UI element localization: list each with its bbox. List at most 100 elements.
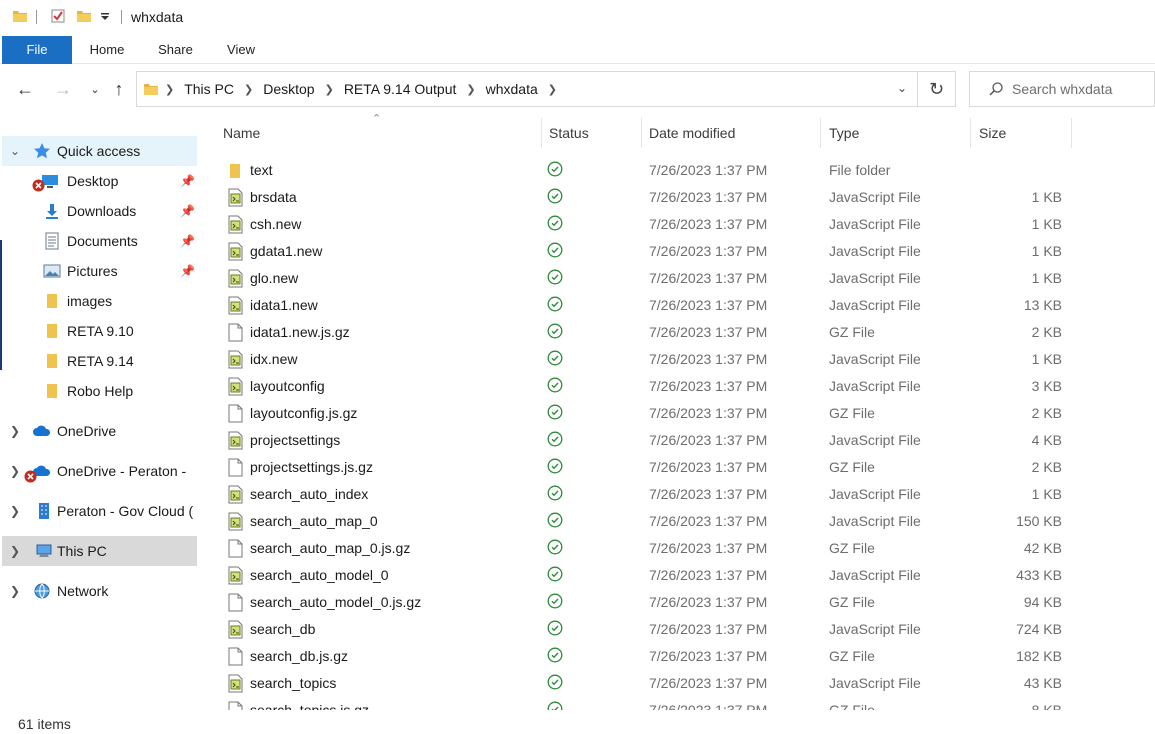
file-row[interactable]: search_db.js.gz 7/26/2023 1:37 PM GZ File 1… [200,643,1155,670]
refresh-icon[interactable]: ↻ [918,71,956,107]
nav-peraton-gov-cloud[interactable]: ❯ Peraton - Gov Cloud ( [2,496,197,526]
expand-chevron-icon[interactable]: ❯ [8,424,22,438]
file-name: search_db [250,621,316,637]
file-row[interactable]: search_topics.js.gz 7/26/2023 1:37 PM GZ F… [200,697,1155,710]
file-date-modified: 7/26/2023 1:37 PM [649,621,768,637]
nav-pictures[interactable]: Pictures 📌 [2,256,197,286]
nav-network[interactable]: ❯ Network [2,576,197,606]
pin-icon[interactable]: 📌 [180,234,195,248]
column-divider[interactable] [641,118,642,148]
file-type: GZ File [829,594,875,610]
file-row[interactable]: idx.new 7/26/2023 1:37 PM JavaScript File 1… [200,346,1155,373]
column-divider[interactable] [820,118,821,148]
nav-onedrive[interactable]: ❯ OneDrive [2,416,197,446]
back-arrow-icon[interactable]: ← [14,78,36,100]
up-arrow-icon[interactable]: ↑ [108,78,130,100]
breadcrumb-chevron-icon[interactable]: ❯ [244,83,253,96]
file-row[interactable]: projectsettings 7/26/2023 1:37 PM JavaScri… [200,427,1155,454]
sync-status-available-icon [547,188,563,204]
file-row[interactable]: idata1.new 7/26/2023 1:37 PM JavaScript Fi… [200,292,1155,319]
expand-chevron-icon[interactable]: ❯ [8,544,22,558]
tab-share[interactable]: Share [148,36,203,64]
breadcrumb-chevron-icon[interactable]: ❯ [325,83,334,96]
pin-icon[interactable]: 📌 [180,264,195,278]
file-row[interactable]: projectsettings.js.gz 7/26/2023 1:37 PM GZ… [200,454,1155,481]
column-header-type[interactable]: Type [829,118,859,148]
file-row[interactable]: search_auto_model_0 7/26/2023 1:37 PM Java… [200,562,1155,589]
javascript-file-icon [228,350,243,369]
nav-quick-access[interactable]: ⌄ Quick access [2,136,197,166]
network-icon [34,583,50,599]
tab-home[interactable]: Home [78,36,136,64]
file-size: 4 KB [1031,432,1062,448]
sync-status-available-icon [547,485,563,501]
file-row[interactable]: idata1.new.js.gz 7/26/2023 1:37 PM GZ File… [200,319,1155,346]
breadcrumb-whxdata[interactable]: whxdata [486,81,538,97]
new-folder-icon[interactable] [76,8,92,24]
nav-desktop[interactable]: Desktop 📌 [2,166,197,196]
file-name: glo.new [250,270,299,286]
file-row[interactable]: search_auto_map_0.js.gz 7/26/2023 1:37 PM… [200,535,1155,562]
folder-icon[interactable] [12,8,28,24]
collapse-chevron-icon[interactable]: ⌄ [8,144,22,158]
search-input[interactable]: Search whxdata [969,71,1155,107]
address-dropdown-chevron-icon[interactable]: ⌄ [897,81,907,95]
nav-images[interactable]: images [2,286,197,316]
separator [36,10,37,24]
file-date-modified: 7/26/2023 1:37 PM [649,432,768,448]
file-date-modified: 7/26/2023 1:37 PM [649,675,768,691]
column-divider[interactable] [970,118,971,148]
file-row[interactable]: csh.new 7/26/2023 1:37 PM JavaScript File 1… [200,211,1155,238]
nav-this-pc[interactable]: ❯ This PC [2,536,197,566]
pin-icon[interactable]: 📌 [180,174,195,188]
file-type: JavaScript File [829,675,921,691]
nav-documents[interactable]: Documents 📌 [2,226,197,256]
customize-dropdown-icon[interactable] [99,8,111,24]
file-row[interactable]: brsdata 7/26/2023 1:37 PM JavaScript File 1… [200,184,1155,211]
breadcrumb-reta-output[interactable]: RETA 9.14 Output [344,81,457,97]
breadcrumb-chevron-icon[interactable]: ❯ [466,83,475,96]
breadcrumb-chevron-icon[interactable]: ❯ [165,83,174,96]
recent-locations-chevron-icon[interactable]: ⌄ [84,78,106,100]
tab-file[interactable]: File [2,36,72,64]
forward-arrow-icon[interactable]: → [52,78,74,100]
file-row[interactable]: text 7/26/2023 1:37 PM File folder [200,157,1155,184]
file-row[interactable]: search_db 7/26/2023 1:37 PM JavaScript Fil… [200,616,1155,643]
file-type: GZ File [829,324,875,340]
breadcrumb-chevron-icon[interactable]: ❯ [548,83,557,96]
file-row[interactable]: search_topics 7/26/2023 1:37 PM JavaScript… [200,670,1155,697]
breadcrumb-desktop[interactable]: Desktop [263,81,314,97]
breadcrumb-this-pc[interactable]: This PC [184,81,234,97]
file-row[interactable]: search_auto_map_0 7/26/2023 1:37 PM JavaSc… [200,508,1155,535]
address-bar[interactable]: ❯ This PC ❯ Desktop ❯ RETA 9.14 Output ❯… [136,71,918,107]
column-divider[interactable] [1071,118,1072,148]
nav-reta-910[interactable]: RETA 9.10 [2,316,197,346]
column-header-name[interactable]: Name [223,118,260,148]
properties-check-icon[interactable] [50,8,66,24]
expand-chevron-icon[interactable]: ❯ [8,464,22,478]
file-row[interactable]: search_auto_index 7/26/2023 1:37 PM JavaSc… [200,481,1155,508]
tab-view[interactable]: View [216,36,266,64]
column-divider[interactable] [541,118,542,148]
file-row[interactable]: gdata1.new 7/26/2023 1:37 PM JavaScript Fi… [200,238,1155,265]
pin-icon[interactable]: 📌 [180,204,195,218]
nav-label: RETA 9.10 [67,323,134,339]
column-header-date-modified[interactable]: Date modified [649,118,735,148]
nav-robo-help[interactable]: Robo Help [2,376,197,406]
javascript-file-icon [228,566,243,585]
javascript-file-icon [228,620,243,639]
file-row[interactable]: layoutconfig 7/26/2023 1:37 PM JavaScript … [200,373,1155,400]
nav-onedrive-peraton[interactable]: ❯ OneDrive - Peraton - [2,456,197,486]
file-row[interactable]: layoutconfig.js.gz 7/26/2023 1:37 PM GZ Fi… [200,400,1155,427]
nav-label: Network [57,583,109,599]
file-row[interactable]: search_auto_model_0.js.gz 7/26/2023 1:37 … [200,589,1155,616]
separator [121,10,122,24]
file-row[interactable]: glo.new 7/26/2023 1:37 PM JavaScript File 1… [200,265,1155,292]
column-header-status[interactable]: Status [549,118,589,148]
nav-downloads[interactable]: Downloads 📌 [2,196,197,226]
sync-status-available-icon [547,647,563,663]
column-header-size[interactable]: Size [979,118,1006,148]
nav-reta-914[interactable]: RETA 9.14 [2,346,197,376]
expand-chevron-icon[interactable]: ❯ [8,584,22,598]
expand-chevron-icon[interactable]: ❯ [8,504,22,518]
